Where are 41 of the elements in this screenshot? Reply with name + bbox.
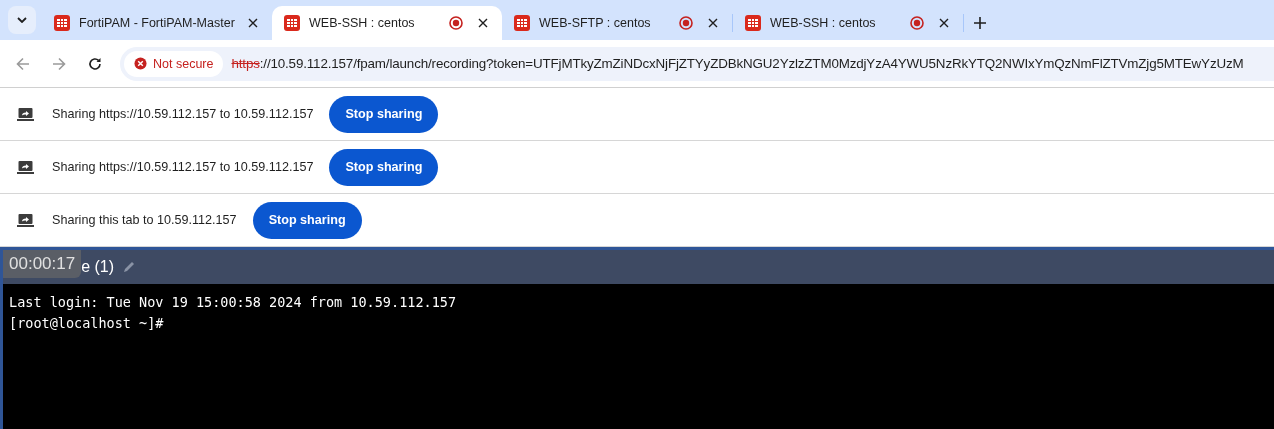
- browser-tab[interactable]: WEB-SSH : centos: [733, 6, 963, 40]
- laptop-share-icon: [17, 107, 34, 121]
- close-icon[interactable]: [939, 18, 949, 28]
- grid-logo-icon: [284, 15, 300, 31]
- back-icon[interactable]: [16, 56, 30, 71]
- warning-icon: [134, 57, 147, 70]
- tab-list-button[interactable]: [8, 6, 36, 34]
- tab-title: WEB-SSH : centos: [770, 16, 877, 30]
- laptop-share-icon: [17, 213, 34, 227]
- stop-sharing-button[interactable]: Stop sharing: [329, 95, 439, 133]
- security-chip[interactable]: Not secure: [124, 50, 224, 77]
- console-title: e (1): [81, 258, 115, 276]
- recording-timer: 00:00:17: [3, 250, 82, 278]
- pencil-icon[interactable]: [122, 260, 137, 274]
- grid-logo-icon: [514, 15, 530, 31]
- close-icon[interactable]: [248, 18, 258, 28]
- grid-logo-icon: [54, 15, 70, 31]
- sharing-message: Sharing https://10.59.112.157 to 10.59.112.157: [52, 107, 314, 121]
- stop-sharing-button[interactable]: Stop sharing: [252, 201, 362, 239]
- chevron-down-icon: [17, 17, 27, 23]
- url-text: https://10.59.112.157/fpam/launch/recording?token=UTFjMTkyZmZiNDcxNjFjZTYyZDBkNGU2YzlzZTM0MzdjYzA4YWU5NzRkYTQ2NWIxYmQzNmFlZTVmZjg5MTEwYzUzM: [231, 56, 1244, 71]
- stop-sharing-button[interactable]: Stop sharing: [329, 148, 439, 186]
- tab-title: WEB-SFTP : centos: [539, 16, 652, 30]
- grid-logo-icon: [745, 15, 761, 31]
- close-icon[interactable]: [478, 18, 488, 28]
- browser-tab[interactable]: FortiPAM - FortiPAM-Master: [42, 6, 272, 40]
- sharing-message: Sharing this tab to 10.59.112.157: [52, 213, 237, 227]
- forward-icon[interactable]: [52, 56, 66, 71]
- reload-icon[interactable]: [88, 56, 102, 71]
- tab-title: FortiPAM - FortiPAM-Master: [79, 16, 236, 30]
- terminal-line: [root@localhost ~]#: [9, 314, 165, 333]
- sharing-message: Sharing https://10.59.112.157 to 10.59.112.157: [52, 160, 314, 174]
- address-bar[interactable]: Not secure https://10.59.112.157/fpam/launch/recording?token=UTFjMTkyZmZiNDcxNjFjZTYyZDBkNGU2YzlzZTM0MzdjYzA4YWU5NzRkYTQ2NWIxYmQzNmFlZTVmZjg5MTEwYzUzM: [120, 46, 1274, 81]
- browser-tab[interactable]: WEB-SFTP : centos: [502, 6, 732, 40]
- terminal-line: Last login: Tue Nov 19 15:00:58 2024 from 10.59.112.157: [9, 293, 458, 312]
- close-icon[interactable]: [708, 18, 718, 28]
- new-tab-icon[interactable]: [974, 17, 986, 29]
- browser-tab[interactable]: WEB-SSH : centos: [272, 6, 502, 40]
- tab-title: WEB-SSH : centos: [309, 16, 416, 30]
- laptop-share-icon: [17, 160, 34, 174]
- security-label: Not secure: [153, 56, 214, 71]
